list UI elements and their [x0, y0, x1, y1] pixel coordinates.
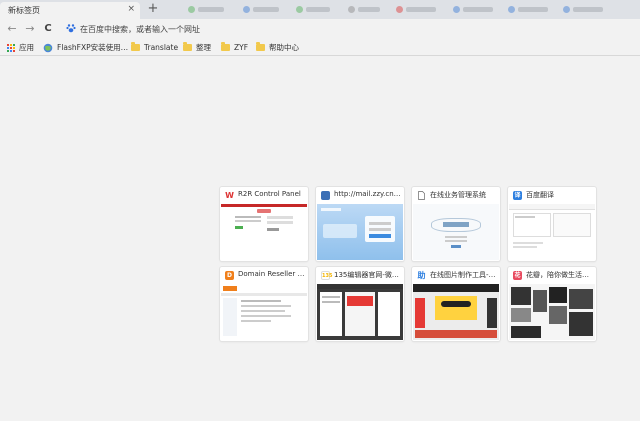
- reload-button[interactable]: C: [41, 22, 55, 36]
- address-bar[interactable]: [62, 21, 634, 37]
- tab-title: 新标签页: [8, 6, 40, 15]
- omnibox-input[interactable]: [80, 21, 620, 37]
- tile-title: 在线业务管理系统: [430, 191, 486, 199]
- new-tab-button[interactable]: +: [146, 2, 160, 16]
- baidu-translate-favicon-icon: 译: [513, 191, 522, 200]
- bookmark-help-center[interactable]: 帮助中心: [256, 41, 299, 54]
- folder-icon: [221, 42, 230, 51]
- page-thumbnail: [509, 284, 595, 340]
- background-tabs: [168, 4, 638, 16]
- bookmark-label: 帮助中心: [269, 43, 299, 52]
- page-thumbnail: [221, 204, 307, 260]
- tile-title: R2R Control Panel: [238, 190, 301, 198]
- background-tab[interactable]: [348, 5, 388, 14]
- domain-reseller-favicon-icon: D: [225, 271, 234, 280]
- baidu-paw-icon: [66, 24, 76, 33]
- most-visited-tile[interactable]: http://mail.zzy.cn/we…: [316, 187, 404, 261]
- page-thumbnail: [317, 204, 403, 260]
- huaban-favicon-icon: 花: [513, 271, 522, 280]
- globe-icon: [43, 43, 53, 52]
- most-visited-tile[interactable]: 花 花瓣，陪你做生活的…: [508, 267, 596, 341]
- tab-strip: 新标签页 × +: [0, 0, 640, 19]
- background-tab[interactable]: [188, 5, 228, 14]
- 135-editor-favicon-icon: 135: [321, 271, 333, 280]
- bookmark-zyf[interactable]: ZYF: [221, 41, 248, 54]
- most-visited-tile[interactable]: 译 百度翻译: [508, 187, 596, 261]
- back-button[interactable]: ←: [5, 22, 19, 36]
- bookmark-label: 整理: [196, 43, 211, 52]
- tile-title: 135编辑器官网-微…: [334, 271, 399, 279]
- folder-icon: [183, 42, 192, 51]
- page-thumbnail: [509, 204, 595, 260]
- bookmark-flashfxp[interactable]: FlashFXP安装使用…: [43, 41, 128, 54]
- page-thumbnail: [413, 284, 499, 340]
- background-tab[interactable]: [243, 5, 283, 14]
- tile-title: 花瓣，陪你做生活的…: [526, 271, 593, 279]
- bookmark-apps[interactable]: 应用: [7, 41, 34, 54]
- tile-title: 在线图片制作工具-…: [430, 271, 496, 279]
- most-visited-tile[interactable]: D Domain Reseller Pr…: [220, 267, 308, 341]
- bookmark-label: FlashFXP安装使用…: [57, 43, 129, 52]
- bookmark-label: Translate: [144, 43, 179, 52]
- document-icon: [418, 191, 425, 200]
- background-tab[interactable]: [296, 5, 336, 14]
- bookmarks-bar: 应用 FlashFXP安装使用… Translate 整理 ZYF 帮助中心: [0, 39, 640, 56]
- bookmark-label: 应用: [19, 43, 34, 52]
- background-tab[interactable]: [563, 5, 607, 14]
- background-tab[interactable]: [453, 5, 497, 14]
- most-visited-tile[interactable]: W R2R Control Panel: [220, 187, 308, 261]
- background-tab[interactable]: [508, 5, 552, 14]
- bookmark-translate[interactable]: Translate: [131, 41, 178, 54]
- folder-icon: [256, 42, 265, 51]
- folder-icon: [131, 42, 140, 51]
- mail-favicon-icon: [321, 191, 330, 200]
- page-thumbnail: [317, 284, 403, 340]
- tile-title: http://mail.zzy.cn/we…: [334, 190, 401, 198]
- toolbar: ← → C: [0, 19, 640, 39]
- most-visited-tile[interactable]: 助 在线图片制作工具-…: [412, 267, 500, 341]
- r2r-favicon-icon: W: [225, 191, 234, 200]
- tile-title: 百度翻译: [526, 191, 554, 199]
- bookmark-zhengli[interactable]: 整理: [183, 41, 211, 54]
- tab-new-tab-page[interactable]: 新标签页 ×: [0, 2, 140, 19]
- page-thumbnail: [221, 284, 307, 340]
- apps-icon: [7, 43, 15, 52]
- page-thumbnail: [413, 204, 499, 260]
- bookmark-label: ZYF: [234, 43, 249, 52]
- image-tool-favicon-icon: 助: [417, 271, 426, 280]
- most-visited-tile[interactable]: 135 135编辑器官网-微…: [316, 267, 404, 341]
- tile-title: Domain Reseller Pr…: [238, 270, 305, 278]
- close-icon[interactable]: ×: [127, 4, 135, 14]
- background-tab[interactable]: [396, 5, 440, 14]
- most-visited-tile[interactable]: 在线业务管理系统: [412, 187, 500, 261]
- forward-button[interactable]: →: [23, 22, 37, 36]
